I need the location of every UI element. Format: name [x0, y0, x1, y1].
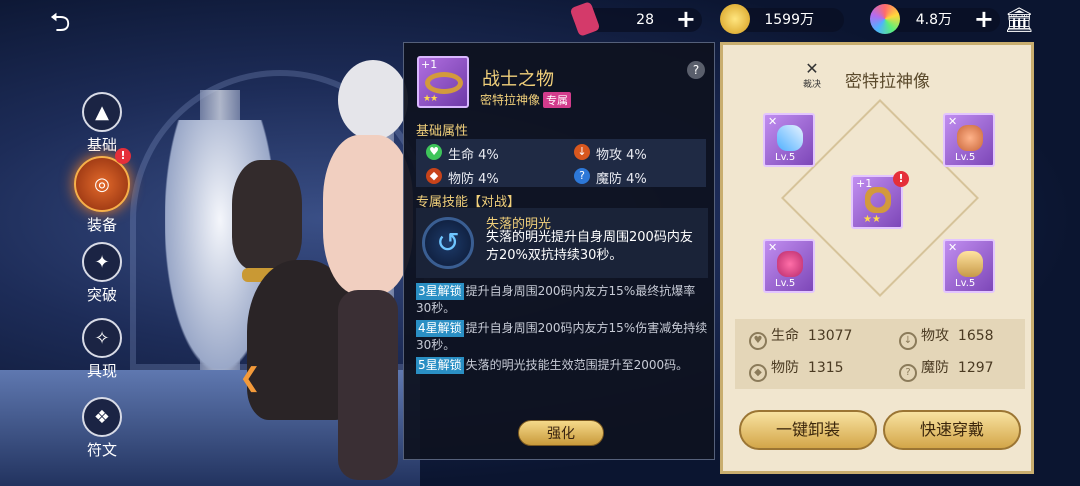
gold-count: 1599万 [764, 12, 814, 28]
unlock-5star: 5星解锁 失落的明光技能生效范围提升至2000码。 [416, 357, 708, 374]
attr-pdef: ◆ 物防 4% [426, 168, 499, 187]
add-gems-button[interactable]: + [974, 7, 994, 31]
stat-mdef: ? 魔防 1297 [899, 357, 994, 382]
equipment-panel-title: 密特拉神像 [845, 72, 930, 92]
bank-icon[interactable]: 🏛 [1004, 6, 1034, 34]
skill-icon: ↺ [422, 217, 474, 269]
equip-slot-armor[interactable]: ✕ Lv.5 [943, 113, 995, 167]
armor-icon [957, 125, 983, 151]
rune-icon: ❖ [82, 397, 122, 437]
item-level: +1 [421, 58, 438, 71]
unlock-badge: 5星解锁 [416, 357, 464, 374]
attr-mdef: ? 魔防 4% [574, 168, 647, 187]
item-name: 战士之物 [482, 69, 554, 90]
skill-description: 失落的明光提升自身周围200码内友方20%双抗持续30秒。 [486, 230, 693, 263]
nav-equipment-label: 装备 [86, 216, 117, 234]
item-owner: 密特拉神像 专属 [480, 91, 572, 108]
quick-equip-button[interactable]: 快速穿戴 [883, 410, 1021, 450]
stat-hp: ♥ 生命 13077 [749, 325, 852, 350]
stat-pdef: ◆ 物防 1315 [749, 357, 844, 382]
equip-slot-weapon[interactable]: ✕ Lv.5 [763, 113, 815, 167]
unlock-badge: 4星解锁 [416, 320, 464, 337]
sword-icon: ↓ [574, 144, 590, 160]
help-button[interactable]: ? [687, 61, 705, 79]
prev-character-arrow[interactable]: ❮ [234, 362, 266, 394]
add-tickets-button[interactable]: + [676, 7, 696, 31]
equipment-panel: ✕ 裁决 密特拉神像 ✕ Lv.5 ✕ Lv.5 +1 ★★ ! ✕ Lv.5 ✕… [720, 42, 1034, 474]
staff-icon [777, 125, 803, 151]
attr-patk: ↓ 物攻 4% [574, 144, 647, 163]
magic-shield-icon: ? [899, 364, 917, 382]
nav-manifest[interactable]: ✧ 具现 [62, 318, 142, 381]
unlock-4star: 4星解锁 提升自身周围200码内友方15%伤害减免持续30秒。 [416, 320, 708, 354]
item-detail-panel: +1 ★★ 战士之物 密特拉神像 专属 ? 基础属性 ♥ 生命 4% ↓ 物攻 4… [403, 42, 715, 460]
breakthrough-icon: ✦ [82, 242, 122, 282]
item-stars: ★★ [423, 94, 438, 104]
nav-rune[interactable]: ❖ 符文 [62, 397, 142, 460]
unlock-3star: 3星解锁 提升自身周围200码内友方15%最终抗爆率30秒。 [416, 283, 708, 317]
equip-slot-ring[interactable]: ✕ Lv.5 [763, 239, 815, 293]
total-stats-box: ♥ 生命 13077 ↓ 物攻 1658 ◆ 物防 1315 ? 魔防 1297 [735, 319, 1025, 389]
ticket-count: 28 [636, 12, 654, 28]
judgment-crossed-swords-icon: ✕ 裁决 [802, 59, 821, 91]
boots-icon [957, 251, 983, 277]
hero-character [318, 60, 413, 480]
shield-icon: ◆ [749, 364, 767, 382]
resource-gems: 4.8万 + [870, 4, 1000, 34]
item-icon: +1 ★★ [417, 56, 469, 108]
skill-box: ↺ 失落的明光 失落的明光提升自身周围200码内友方20%双抗持续30秒。 [416, 208, 708, 278]
resource-gold: 1599万 [720, 4, 844, 34]
equipment-alert-badge: ! [115, 148, 131, 164]
enhance-button[interactable]: 强化 [518, 420, 604, 446]
nav-manifest-label: 具现 [86, 362, 117, 380]
equipment-icon: ◎ [74, 156, 130, 212]
manifest-icon: ✧ [82, 318, 122, 358]
equip-slot-boots[interactable]: ✕ Lv.5 [943, 239, 995, 293]
magic-shield-icon: ? [574, 168, 590, 184]
attr-hp: ♥ 生命 4% [426, 144, 499, 163]
unlock-text: 失落的明光技能生效范围提升至2000码。 [465, 358, 689, 372]
unequip-all-button[interactable]: 一键卸装 [739, 410, 877, 450]
base-attr-box: ♥ 生命 4% ↓ 物攻 4% ◆ 物防 4% ? 魔防 4% [416, 139, 706, 187]
exclusive-tag: 专属 [543, 92, 572, 108]
basic-icon: ▲ [82, 92, 122, 132]
gold-coin-icon [720, 4, 750, 34]
heart-icon: ♥ [749, 332, 767, 350]
slot-alert-badge: ! [893, 171, 909, 187]
back-button[interactable]: ⮌ [38, 8, 82, 38]
nav-equipment[interactable]: ◎ 装备 ! [62, 148, 142, 235]
resource-tickets: 28 + [569, 1, 702, 37]
stat-patk: ↓ 物攻 1658 [899, 325, 994, 350]
nav-rune-label: 符文 [86, 441, 117, 459]
unlock-badge: 3星解锁 [416, 283, 464, 300]
base-attr-title: 基础属性 [416, 124, 469, 139]
shield-icon: ◆ [426, 168, 442, 184]
nav-breakthrough[interactable]: ✦ 突破 [62, 242, 142, 305]
bracelet-icon [865, 187, 891, 213]
gem-count: 4.8万 [915, 12, 952, 28]
item-owner-name: 密特拉神像 [480, 93, 541, 107]
nav-breakthrough-label: 突破 [86, 286, 117, 304]
sword-icon: ↓ [899, 332, 917, 350]
nav-basic[interactable]: ▲ 基础 [62, 92, 142, 155]
heart-icon: ♥ [426, 144, 442, 160]
bracelet-icon [425, 72, 463, 94]
ring-icon [777, 251, 803, 277]
rainbow-gem-icon [870, 4, 900, 34]
equip-slot-bracelet[interactable]: +1 ★★ ! [851, 171, 909, 229]
